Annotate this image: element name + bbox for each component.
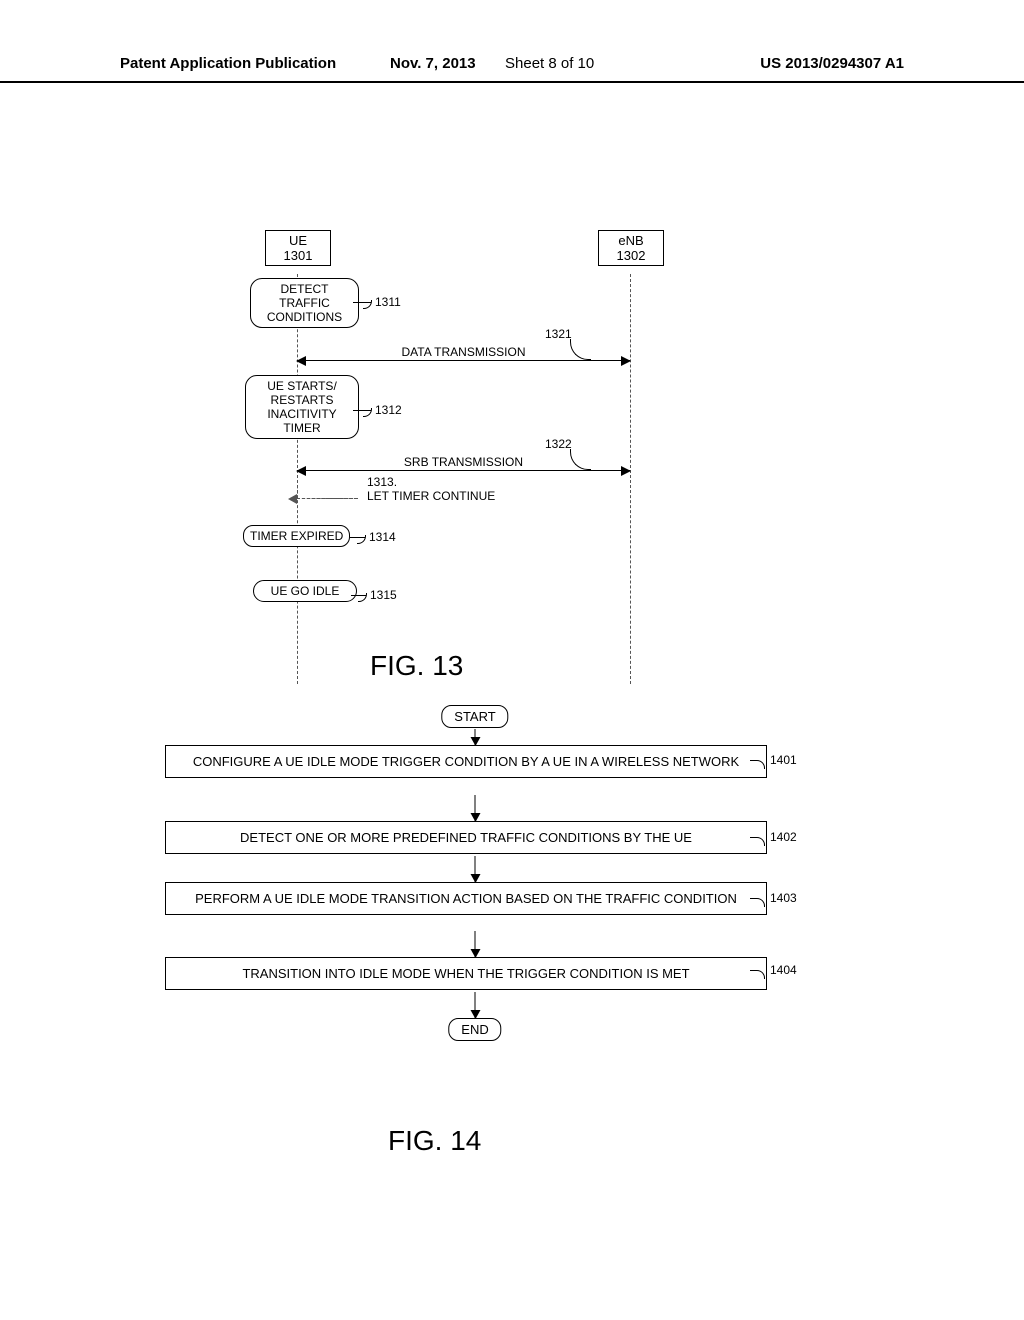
ref-1322: 1322	[545, 437, 572, 451]
arrow-left-dashed-icon	[288, 494, 297, 504]
page-header: Patent Application Publication Nov. 7, 2…	[0, 55, 1024, 83]
page: Patent Application Publication Nov. 7, 2…	[0, 0, 1024, 1320]
ref-1321: 1321	[545, 327, 572, 341]
ref-1404: 1404	[770, 963, 797, 977]
ref-1403: 1403	[770, 891, 797, 905]
lifeline-ue	[297, 274, 298, 684]
end-terminator: END	[448, 1018, 501, 1041]
note-1313: 1313. LET TIMER CONTINUE	[367, 475, 495, 503]
start-terminator: START	[441, 705, 508, 728]
arrow-down-icon	[475, 931, 476, 957]
actor-enb: eNB 1302	[598, 230, 664, 266]
evt-timer-expired: TIMER EXPIRED	[243, 525, 350, 547]
evt-start-timer: UE STARTS/ RESTARTS INACITIVITY TIMER	[245, 375, 359, 439]
pub-number: US 2013/0294307 A1	[760, 55, 904, 72]
step-1404: TRANSITION INTO IDLE MODE WHEN THE TRIGG…	[165, 957, 767, 990]
self-return-bottom	[297, 498, 357, 499]
ref-1314: 1314	[369, 530, 396, 544]
arrow-down-icon	[475, 992, 476, 1018]
sheet-info: Sheet 8 of 10	[505, 55, 594, 72]
ref-1312: 1312	[375, 403, 402, 417]
figure-14: START CONFIGURE A UE IDLE MODE TRIGGER C…	[145, 705, 805, 1125]
evt-detect-traffic: DETECT TRAFFIC CONDITIONS	[250, 278, 359, 328]
ref-1401: 1401	[770, 753, 797, 767]
self-return-dashed	[297, 480, 358, 499]
step-1403: PERFORM A UE IDLE MODE TRANSITION ACTION…	[165, 882, 767, 915]
ref-1311: 1311	[375, 295, 401, 309]
msg-srb-transmission: SRB TRANSMISSION	[297, 470, 630, 471]
leader-1311	[353, 302, 371, 303]
arrow-down-icon	[475, 729, 476, 745]
arrow-down-icon	[475, 795, 476, 821]
step-1401: CONFIGURE A UE IDLE MODE TRIGGER CONDITI…	[165, 745, 767, 778]
arrow-down-icon	[475, 856, 476, 882]
evt-go-idle: UE GO IDLE	[253, 580, 357, 602]
pub-type: Patent Application Publication	[120, 55, 336, 72]
fig13-caption: FIG. 13	[370, 650, 463, 682]
leader-1312	[353, 410, 371, 411]
figure-13: UE 1301 eNB 1302 DETECT TRAFFIC CONDITIO…	[235, 230, 725, 690]
ref-1402: 1402	[770, 830, 797, 844]
actor-ue: UE 1301	[265, 230, 331, 266]
ref-1315: 1315	[370, 588, 397, 602]
leader-1315	[351, 595, 366, 596]
step-1402: DETECT ONE OR MORE PREDEFINED TRAFFIC CO…	[165, 821, 767, 854]
lifeline-enb	[630, 274, 631, 684]
leader-1314	[350, 537, 365, 538]
pub-date: Nov. 7, 2013	[390, 55, 476, 72]
fig14-caption: FIG. 14	[388, 1125, 481, 1157]
msg-data-transmission: DATA TRANSMISSION	[297, 360, 630, 361]
